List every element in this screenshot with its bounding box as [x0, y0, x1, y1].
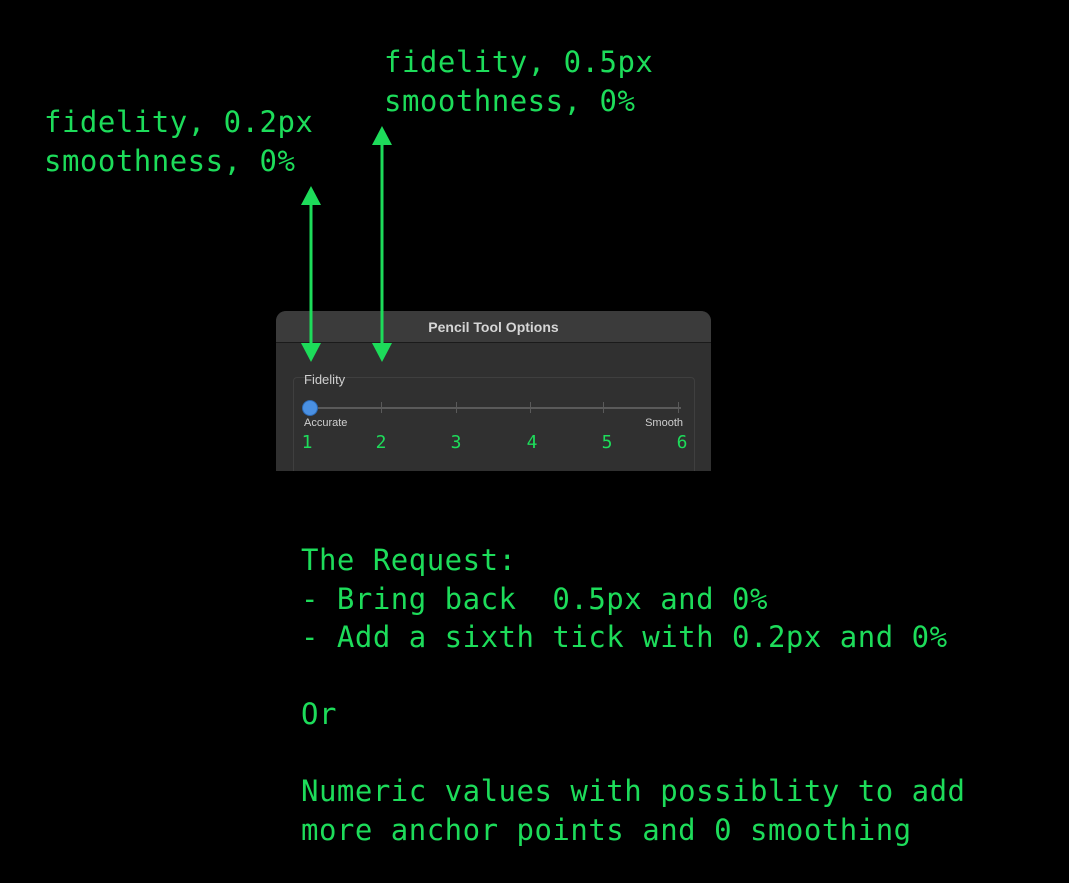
tick-number-1: 1 [301, 432, 313, 453]
request-alternative-line: Numeric values with possiblity to add [301, 774, 966, 808]
tick-number-4: 4 [526, 432, 538, 453]
slider-tick [456, 402, 457, 413]
slider-tick [678, 402, 679, 413]
tick-number-3: 3 [450, 432, 462, 453]
canvas: fidelity, 0.2px smoothness, 0% fidelity,… [0, 0, 1069, 883]
request-alternative-line: more anchor points and 0 smoothing [301, 812, 912, 847]
dialog-titlebar[interactable]: Pencil Tool Options [276, 311, 711, 343]
note-line: fidelity, 0.5px [384, 45, 654, 79]
annotation-note-right: fidelity, 0.5px smoothness, 0% [384, 43, 653, 121]
tick-number-2: 2 [375, 432, 387, 453]
request-heading: The Request: [301, 543, 517, 577]
request-text: The Request: - Bring back 0.5px and 0% -… [301, 541, 966, 849]
request-bullet: - Add a sixth tick with 0.2px and 0% [301, 620, 948, 654]
slider-tick [381, 402, 382, 413]
slider-tick [530, 402, 531, 413]
fidelity-slider-track[interactable] [310, 407, 681, 409]
tick-number-6: 6 [676, 432, 688, 453]
slider-min-label: Accurate [304, 417, 348, 429]
request-bullet: - Bring back 0.5px and 0% [301, 581, 768, 616]
fidelity-slider-thumb[interactable] [303, 401, 317, 415]
dialog-title: Pencil Tool Options [428, 318, 559, 335]
fidelity-label: Fidelity [304, 372, 346, 387]
pencil-tool-options-dialog: Pencil Tool Options Fidelity Accurate Sm… [276, 311, 711, 471]
tick-number-5: 5 [601, 432, 613, 453]
note-line: fidelity, 0.2px [44, 105, 314, 139]
slider-max-label: Smooth [645, 417, 683, 429]
request-separator: Or [301, 697, 337, 731]
annotation-note-left: fidelity, 0.2px smoothness, 0% [44, 103, 313, 181]
fidelity-group [293, 377, 695, 471]
slider-tick [603, 402, 604, 413]
note-line: smoothness, 0% [384, 84, 636, 118]
note-line: smoothness, 0% [44, 144, 296, 178]
